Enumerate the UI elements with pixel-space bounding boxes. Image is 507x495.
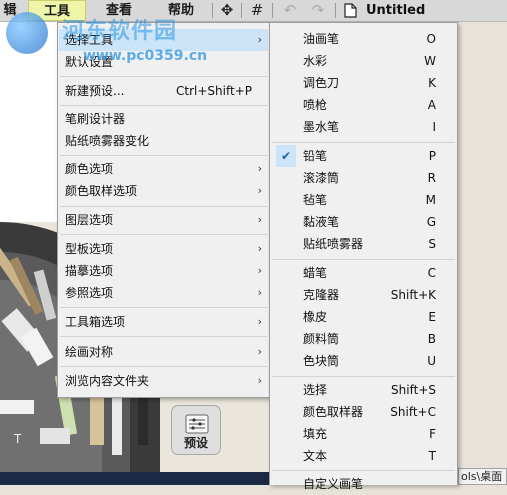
submenu-arrow-icon: › — [257, 345, 262, 358]
document-icon — [344, 3, 357, 18]
menu-item-paint-symmetry[interactable]: 绘画对称 › — [59, 341, 268, 363]
preset-button[interactable]: 预设 — [171, 405, 221, 455]
tool-airbrush[interactable]: 喷枪 A — [271, 94, 456, 116]
submenu-arrow-icon: › — [257, 213, 262, 226]
tool-color-sampler[interactable]: 颜色取样器 Shift+C — [271, 401, 456, 423]
menu-item-sticker-spray-variation[interactable]: 贴纸喷雾器变化 — [59, 130, 268, 152]
submenu-arrow-icon: › — [257, 242, 262, 255]
tool-oil-brush[interactable]: 油画笔 O — [271, 28, 456, 50]
menu-item-stencil-options[interactable]: 型板选项 › — [59, 238, 268, 260]
submenu-arrow-icon: › — [257, 184, 262, 197]
document-title: Untitled — [366, 3, 426, 18]
tool-glitter-pen[interactable]: 黏液笔 G — [271, 211, 456, 233]
submenu-arrow-icon: › — [257, 374, 262, 387]
explorer-path[interactable]: ols\桌面 — [458, 468, 507, 485]
preset-icon — [185, 414, 209, 434]
menu-item-brush-designer[interactable]: 笔刷设计器 — [59, 108, 268, 130]
tools-menu: 选择工具 › 默认设置 新建预设... Ctrl+Shift+P 笔刷设计器 贴纸喷… — [57, 22, 270, 398]
tool-felt-pen[interactable]: 毡笔 M — [271, 189, 456, 211]
watermark-url: www.pc0359.cn — [83, 48, 208, 64]
menu-item-toolbox-options[interactable]: 工具箱选项 › — [59, 311, 268, 333]
text-tool-icon[interactable]: T — [14, 432, 21, 446]
checkmark-icon: ✔ — [276, 145, 296, 167]
menu-item-reference-options[interactable]: 参照选项 › — [59, 282, 268, 304]
submenu-arrow-icon: › — [257, 162, 262, 175]
menu-item-browse-content-folder[interactable]: 浏览内容文件夹 › — [59, 370, 268, 392]
tool-fill[interactable]: 填充 F — [271, 423, 456, 445]
tool-crayon[interactable]: 蜡笔 C — [271, 262, 456, 284]
watermark-logo — [6, 12, 48, 54]
menu-item-color-sample-options[interactable]: 颜色取样选项 › — [59, 180, 268, 202]
tool-selection[interactable]: 选择 Shift+S — [271, 379, 456, 401]
menu-item-layer-options[interactable]: 图层选项 › — [59, 209, 268, 231]
tool-pencil[interactable]: ✔ 铅笔 P — [271, 145, 456, 167]
tool-color-block-tube[interactable]: 色块筒 U — [271, 350, 456, 372]
tool-ink-pen[interactable]: 墨水笔 I — [271, 116, 456, 138]
watermark-site-name: 河东软件园 — [62, 19, 178, 44]
undo-icon[interactable]: ↶ — [280, 1, 300, 20]
tool-sticker-spray[interactable]: 贴纸喷雾器 S — [271, 233, 456, 255]
redo-icon[interactable]: ↷ — [308, 1, 328, 20]
tool-custom-brush[interactable]: 自定义画笔 — [271, 473, 456, 495]
select-tool-submenu: 油画笔 O 水彩 W 调色刀 K 喷枪 A 墨水笔 I ✔ 铅笔 P 滚漆筒 R 毡笔 M 黏液笔… — [269, 22, 458, 491]
tool-watercolor[interactable]: 水彩 W — [271, 50, 456, 72]
tool-eraser[interactable]: 橡皮 E — [271, 306, 456, 328]
preset-label: 预设 — [183, 436, 208, 450]
submenu-arrow-icon: › — [257, 286, 262, 299]
tool-text[interactable]: 文本 T — [271, 445, 456, 467]
tool-cloner[interactable]: 克隆器 Shift+K — [271, 284, 456, 306]
submenu-arrow-icon: › — [257, 33, 262, 46]
submenu-arrow-icon: › — [257, 315, 262, 328]
menu-item-color-options[interactable]: 颜色选项 › — [59, 158, 268, 180]
tool-palette-knife[interactable]: 调色刀 K — [271, 72, 456, 94]
tool-paint-roller[interactable]: 滚漆筒 R — [271, 167, 456, 189]
grid-icon[interactable]: # — [247, 1, 267, 20]
menu-item-new-preset[interactable]: 新建预设... Ctrl+Shift+P — [59, 80, 268, 102]
move-icon[interactable]: ✥ — [217, 1, 237, 20]
menu-item-trace-options[interactable]: 描摹选项 › — [59, 260, 268, 282]
tool-paint-tube[interactable]: 颜料筒 B — [271, 328, 456, 350]
submenu-arrow-icon: › — [257, 264, 262, 277]
